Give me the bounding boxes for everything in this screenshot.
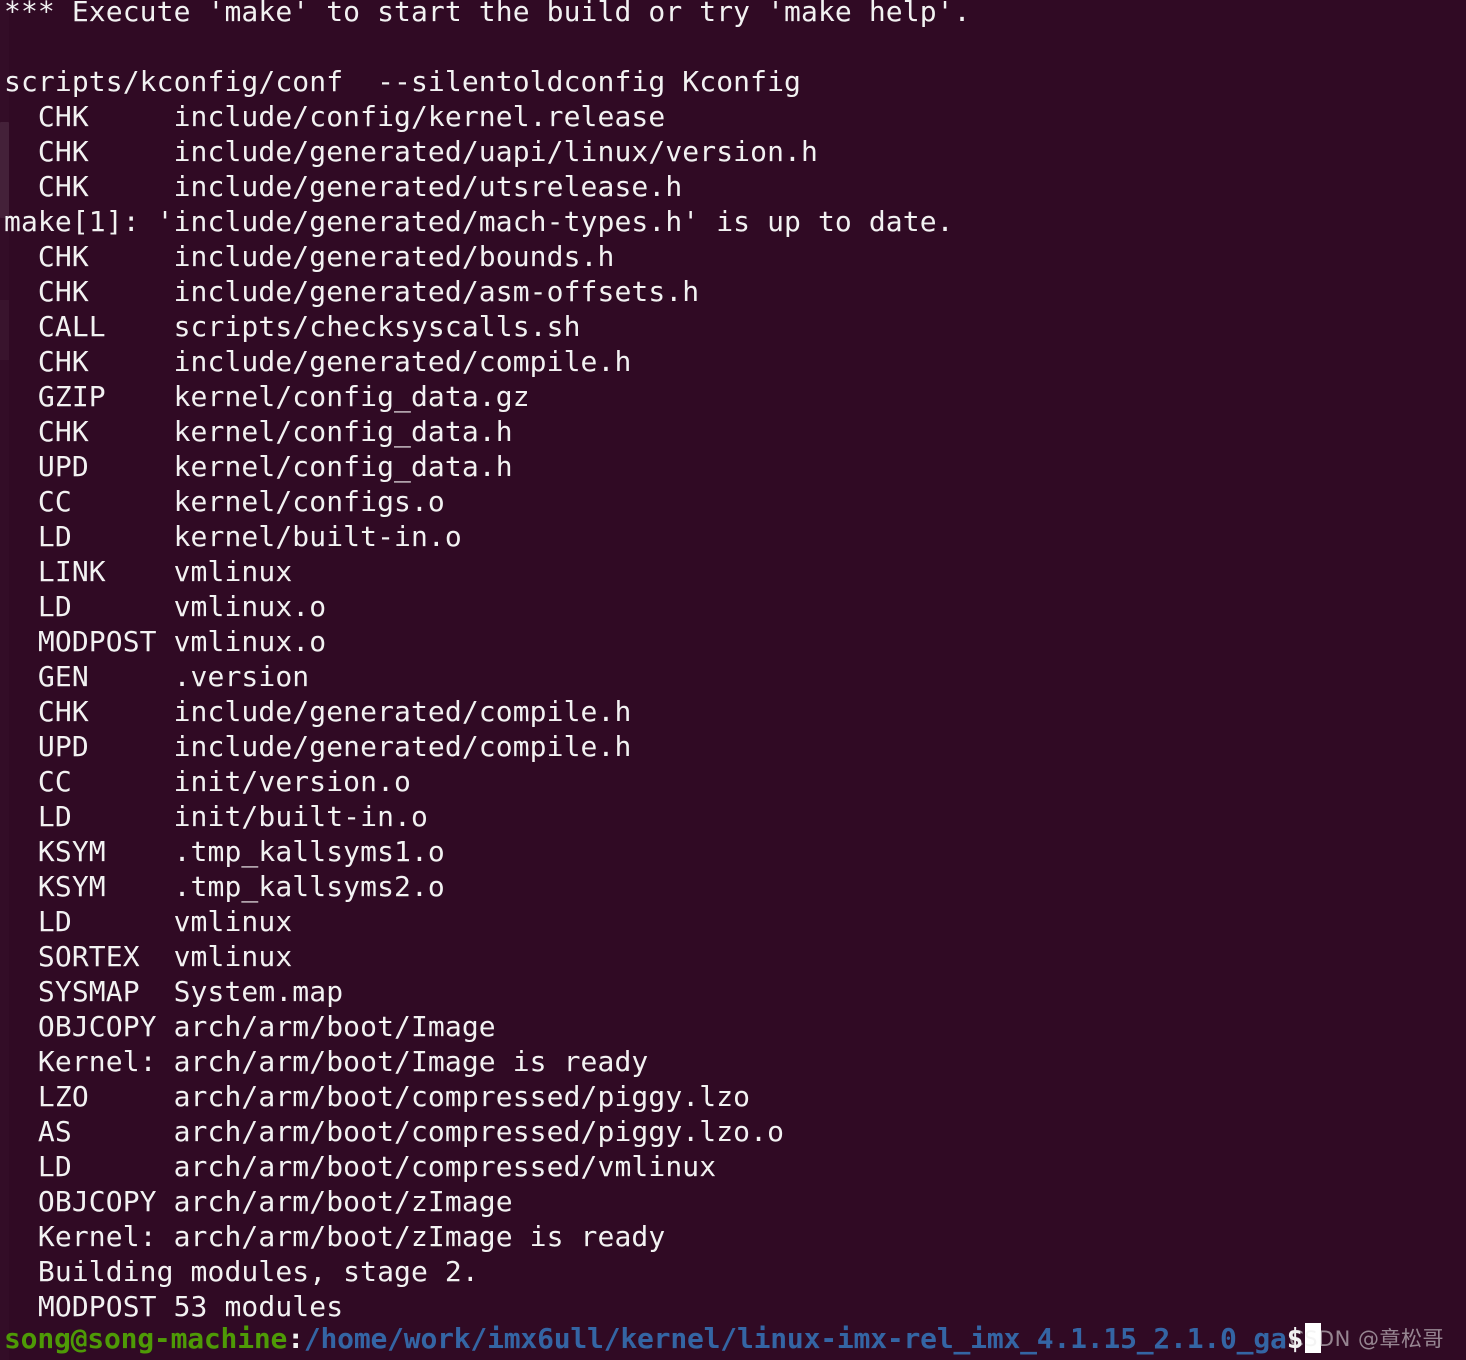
terminal-line: SYSMAP System.map [4,975,344,1008]
terminal-line: *** Execute 'make' to start the build or… [4,0,971,28]
terminal-line: AS arch/arm/boot/compressed/piggy.lzo.o [4,1115,785,1148]
terminal-window[interactable]: *** Execute 'make' to start the build or… [0,0,1466,1360]
terminal-line: GEN .version [4,660,310,693]
terminal-line: CHK include/generated/utsrelease.h [4,170,683,203]
terminal-line: LD kernel/built-in.o [4,520,462,553]
terminal-line: KSYM .tmp_kallsyms2.o [4,870,445,903]
terminal-line: scripts/kconfig/conf --silentoldconfig K… [4,65,801,98]
terminal-line: CHK include/generated/bounds.h [4,240,615,273]
terminal-line: UPD kernel/config_data.h [4,450,513,483]
terminal-line: Kernel: arch/arm/boot/Image is ready [4,1045,649,1078]
prompt-symbol: $ [1286,1322,1304,1355]
terminal-line: LD vmlinux.o [4,590,327,623]
terminal-line: LD arch/arm/boot/compressed/vmlinux [4,1150,717,1183]
prompt-user-host: song@song-machine [4,1322,288,1355]
terminal-line: CHK include/generated/compile.h [4,345,632,378]
terminal-line: LD init/built-in.o [4,800,428,833]
terminal-line: LD vmlinux [4,905,293,938]
shell-prompt[interactable]: song@song-machine:/home/work/imx6ull/ker… [4,1320,1322,1358]
terminal-line: LZO arch/arm/boot/compressed/piggy.lzo [4,1080,751,1113]
terminal-line: KSYM .tmp_kallsyms1.o [4,835,445,868]
terminal-line: CHK kernel/config_data.h [4,415,513,448]
text-cursor [1305,1323,1322,1353]
prompt-separator: : [287,1322,304,1355]
terminal-line: SORTEX vmlinux [4,940,293,973]
terminal-line: LINK vmlinux [4,555,293,588]
terminal-line: OBJCOPY arch/arm/boot/zImage [4,1185,513,1218]
terminal-line: CHK include/generated/uapi/linux/version… [4,135,818,168]
terminal-line: UPD include/generated/compile.h [4,730,632,763]
terminal-line: MODPOST 53 modules [4,1290,344,1323]
terminal-line: GZIP kernel/config_data.gz [4,380,530,413]
terminal-line: Kernel: arch/arm/boot/zImage is ready [4,1220,666,1253]
terminal-line: CHK include/config/kernel.release [4,100,666,133]
terminal-scrollback: *** Execute 'make' to start the build or… [0,0,1466,1324]
prompt-path: /home/work/imx6ull/kernel/linux-imx-rel_… [303,1322,1287,1355]
terminal-line: CALL scripts/checksyscalls.sh [4,310,581,343]
terminal-line: CHK include/generated/asm-offsets.h [4,275,700,308]
terminal-line: Building modules, stage 2. [4,1255,479,1288]
terminal-line: CC init/version.o [4,765,411,798]
terminal-line: make[1]: 'include/generated/mach-types.h… [4,205,954,238]
terminal-line: OBJCOPY arch/arm/boot/Image [4,1010,496,1043]
terminal-line: MODPOST vmlinux.o [4,625,327,658]
terminal-line: CHK include/generated/compile.h [4,695,632,728]
terminal-line: CC kernel/configs.o [4,485,445,518]
